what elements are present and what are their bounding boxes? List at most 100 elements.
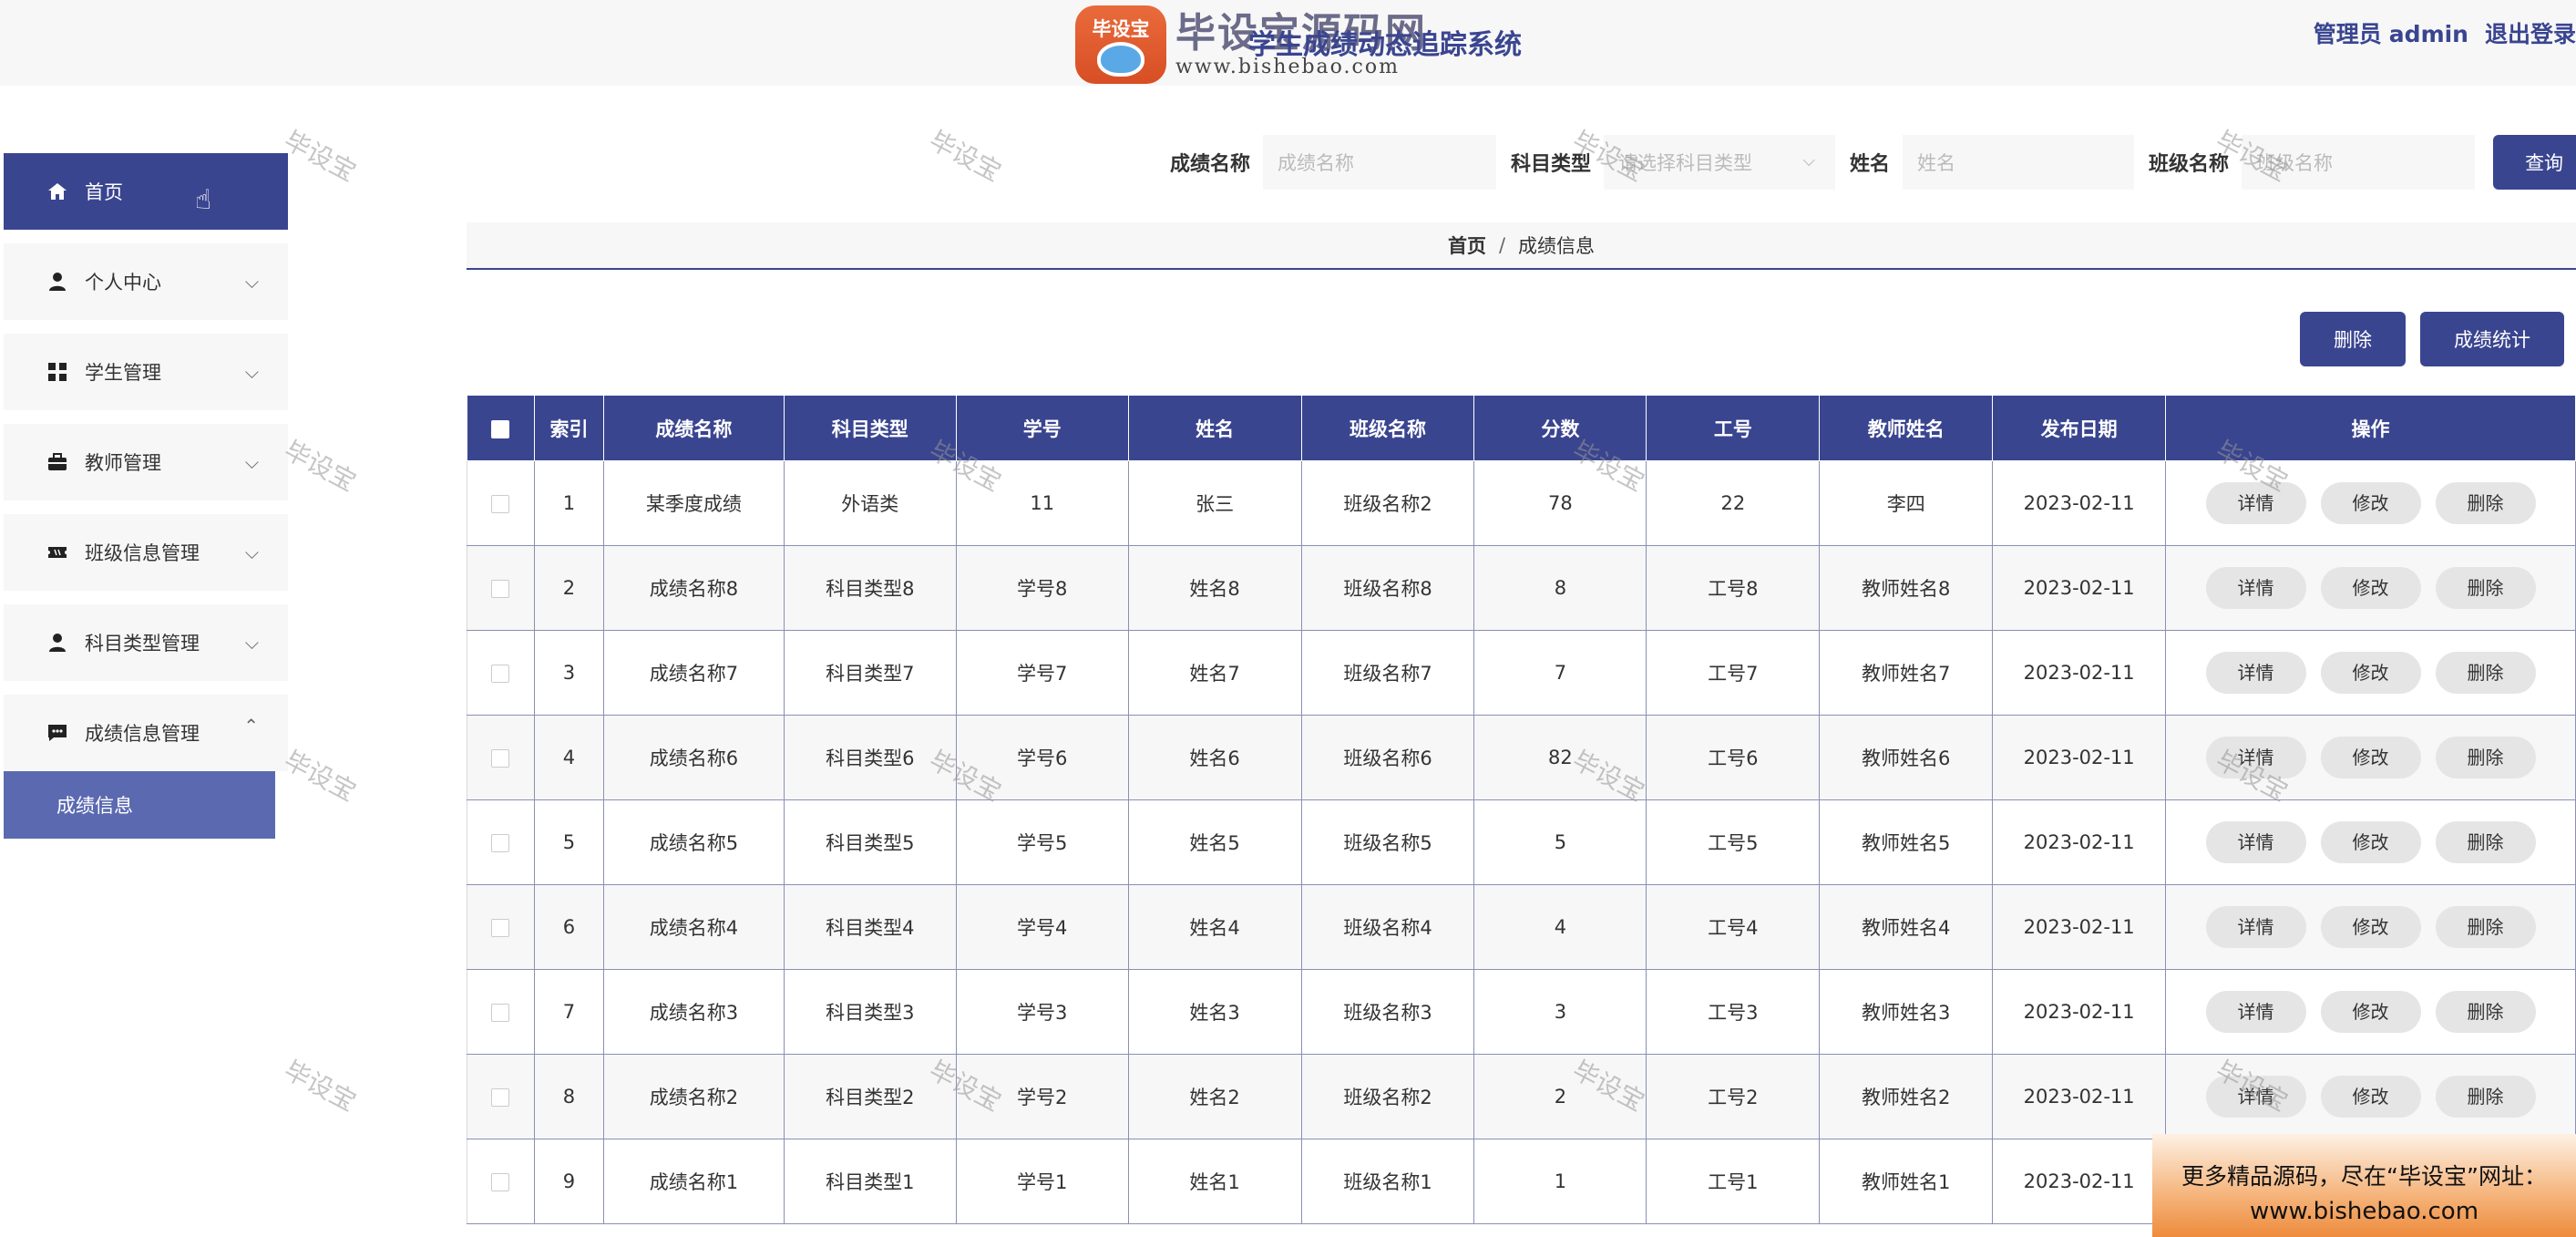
detail-button[interactable]: 详情 [2205,821,2306,863]
row-delete-button[interactable]: 删除 [2435,737,2536,778]
sidebar-item-subject-type-management[interactable]: 科目类型管理 ⌵ [4,604,288,681]
row-delete-button[interactable]: 删除 [2435,1076,2536,1118]
edit-button[interactable]: 修改 [2320,906,2421,948]
table-cell: 张三 [1127,460,1302,546]
table-cell: 班级名称1 [1300,1139,1475,1224]
sidebar-subitem-score-info[interactable]: 成绩信息 [4,771,275,839]
detail-button[interactable]: 详情 [2205,737,2306,778]
sidebar-item-label: 首页 [85,181,123,203]
sidebar-item-home[interactable]: 首页 ☝ [4,153,288,230]
subject-type-select[interactable]: 请选择科目类型 ⌵ [1604,135,1836,190]
table-cell: 姓名8 [1127,545,1302,631]
detail-button[interactable]: 详情 [2205,482,2306,524]
row-checkbox[interactable] [491,749,510,768]
row-actions-cell: 详情修改删除 [2165,715,2576,800]
table-row: 4 成绩名称6 科目类型6 学号6 姓名6 班级名称6 82 工号6 教师姓名6 2023-02-… [467,715,2576,800]
sidebar-item-personal-center[interactable]: 个人中心 ⌵ [4,243,288,320]
table-cell: 科目类型8 [783,545,957,631]
sidebar-item-teacher-management[interactable]: 教师管理 ⌵ [4,424,288,500]
row-checkbox[interactable] [491,580,510,598]
row-delete-button[interactable]: 删除 [2435,821,2536,863]
table-cell: 姓名1 [1127,1139,1302,1224]
detail-button[interactable]: 详情 [2205,567,2306,609]
table-cell: 成绩名称3 [602,969,785,1055]
name-input[interactable]: 姓名 [1903,135,2135,190]
table-cell: 学号1 [955,1139,1129,1224]
table-cell: 班级名称6 [1300,715,1475,800]
table-cell: 2023-02-11 [1992,799,2167,885]
table-cell: 班级名称3 [1300,969,1475,1055]
row-checkbox[interactable] [491,1004,510,1022]
column-header: 班级名称 [1300,395,1475,461]
edit-button[interactable]: 修改 [2320,482,2421,524]
table-cell: 工号4 [1646,884,1821,970]
class-name-input[interactable]: 班级名称 [2242,135,2476,190]
edit-button[interactable]: 修改 [2320,991,2421,1033]
row-checkbox[interactable] [491,919,510,937]
table-cell: 工号3 [1646,969,1821,1055]
cursor-hand-icon: ☝ [195,184,212,216]
breadcrumb-home[interactable]: 首页 [1448,232,1486,259]
table-cell: 科目类型4 [783,884,957,970]
score-name-input[interactable]: 成绩名称 [1263,135,1497,190]
row-select-cell [467,799,535,885]
row-delete-button[interactable]: 删除 [2435,567,2536,609]
table-cell: 姓名5 [1127,799,1302,885]
sidebar-item-class-management[interactable]: 班级信息管理 ⌵ [4,514,288,591]
sidebar-item-student-management[interactable]: 学生管理 ⌵ [4,334,288,410]
sidebar-item-score-management[interactable]: 成绩信息管理 ⌃ [4,695,288,771]
chevron-down-icon: ⌵ [244,271,259,293]
edit-button[interactable]: 修改 [2320,821,2421,863]
row-checkbox[interactable] [491,1173,510,1191]
delete-button[interactable]: 删除 [2300,312,2406,366]
detail-button[interactable]: 详情 [2205,1076,2306,1118]
select-all-checkbox[interactable] [491,419,510,438]
table-cell: 2023-02-11 [1992,460,2167,546]
row-delete-button[interactable]: 删除 [2435,482,2536,524]
chevron-down-icon: ⌵ [244,451,259,473]
edit-button[interactable]: 修改 [2320,737,2421,778]
sidebar-item-label: 班级信息管理 [85,542,200,564]
table-cell: 4 [533,715,604,800]
row-select-cell [467,969,535,1055]
row-actions-cell: 详情修改删除 [2165,630,2576,716]
table-cell: 姓名2 [1127,1054,1302,1139]
logout-link[interactable]: 退出登录 [2485,21,2576,47]
table-cell: 科目类型6 [783,715,957,800]
detail-button[interactable]: 详情 [2205,652,2306,694]
score-stats-button[interactable]: 成绩统计 [2420,312,2564,366]
row-delete-button[interactable]: 删除 [2435,652,2536,694]
column-header: 学号 [955,395,1129,461]
row-checkbox[interactable] [491,495,510,513]
row-delete-button[interactable]: 删除 [2435,991,2536,1033]
row-checkbox[interactable] [491,665,510,683]
table-row: 3 成绩名称7 科目类型7 学号7 姓名7 班级名称7 7 工号7 教师姓名7 2023-02-1… [467,630,2576,716]
row-delete-button[interactable]: 删除 [2435,906,2536,948]
promo-banner[interactable]: 更多精品源码，尽在“毕设宝”网址： www.bishebao.com [2152,1134,2576,1237]
table-row: 7 成绩名称3 科目类型3 学号3 姓名3 班级名称3 3 工号3 教师姓名3 2023-02-1… [467,969,2576,1055]
sidebar-item-label: 科目类型管理 [85,633,200,655]
row-checkbox[interactable] [491,1088,510,1107]
table-cell: 82 [1473,715,1647,800]
detail-button[interactable]: 详情 [2205,906,2306,948]
query-button[interactable]: 查询 [2493,135,2576,190]
table-cell: 成绩名称6 [602,715,785,800]
table-cell: 教师姓名8 [1819,545,1994,631]
edit-button[interactable]: 修改 [2320,567,2421,609]
table-cell: 7 [1473,630,1647,716]
table-cell: 班级名称4 [1300,884,1475,970]
table-cell: 7 [533,969,604,1055]
column-header: 科目类型 [783,395,957,461]
breadcrumb-separator: / [1498,234,1506,256]
table-cell: 1 [533,460,604,546]
edit-button[interactable]: 修改 [2320,1076,2421,1118]
edit-button[interactable]: 修改 [2320,652,2421,694]
row-checkbox[interactable] [491,834,510,852]
watermark: 毕设宝 [279,125,362,188]
detail-button[interactable]: 详情 [2205,991,2306,1033]
table-cell: 教师姓名3 [1819,969,1994,1055]
table-cell: 李四 [1819,460,1994,546]
table-cell: 4 [1473,884,1647,970]
watermark: 毕设宝 [279,1055,362,1118]
sidebar-item-label: 个人中心 [85,272,161,294]
